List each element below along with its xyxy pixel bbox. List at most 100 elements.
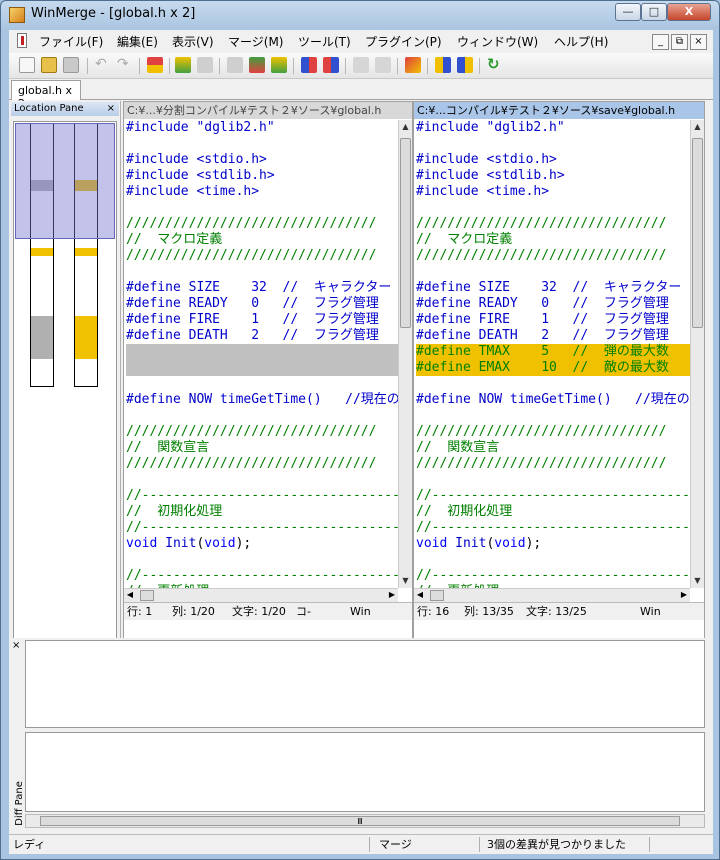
right-code-view[interactable]: #include "dglib2.h" #include <stdio.h> #in… [416,120,690,588]
undo-icon[interactable]: ↶ [95,57,111,73]
refresh-icon[interactable]: ↻ [487,57,503,73]
menu-plugins[interactable]: プラグイン(P) [365,33,442,50]
diff-pane-upper-view[interactable] [25,640,705,728]
last-diff-icon[interactable] [271,57,287,73]
mdi-close-icon[interactable]: × [690,34,707,50]
maximize-icon[interactable]: □ [641,3,667,21]
mdi-minimize-icon[interactable]: _ [652,34,669,50]
close-icon[interactable]: X [667,3,711,21]
code-line: // 関数宣言 [126,440,210,455]
scroll-up-icon[interactable]: ▲ [691,120,704,134]
status-ready: レディ [13,838,46,851]
close-icon[interactable]: × [107,102,115,116]
scroll-thumb[interactable] [692,138,703,328]
code-line: // 関数宣言 [416,440,500,455]
menu-view[interactable]: 表示(V) [172,33,214,50]
menu-file[interactable]: ファイル(F) [39,33,103,50]
code-line: #define FIRE 1 // フラグ管理 [416,312,669,327]
scroll-down-icon[interactable]: ▼ [399,574,412,588]
code-line [126,344,398,360]
current-diff-jump-icon[interactable] [249,57,265,73]
menu-window[interactable]: ウィンドウ(W) [457,33,538,50]
save-icon[interactable] [63,57,79,73]
code-line: #include <stdio.h> [126,152,267,167]
scroll-right-icon[interactable]: ▶ [678,589,690,601]
right-vertical-scrollbar[interactable]: ▲ ▼ [690,120,704,588]
open-folder-icon[interactable] [41,57,57,73]
status-mode: マージ [379,838,412,851]
left-editor-pane: C:¥...¥分割コンパイル¥テスト２¥ソース¥global.h #includ… [123,101,413,653]
diff-pane-lower-view[interactable] [25,732,705,812]
status-diff-count: 3個の差異が見つかりました [487,838,626,851]
all-right-icon[interactable] [405,57,421,73]
open-left-icon[interactable] [435,57,451,73]
toolbar-separator [479,58,480,74]
open-right-icon[interactable] [457,57,473,73]
close-icon[interactable]: × [12,640,20,651]
status-bar: レディ マージ 3個の差異が見つかりました [9,834,713,854]
first-diff-icon[interactable] [227,57,243,73]
scroll-up-icon[interactable]: ▲ [399,120,412,134]
code-line: //-------------------------------------- [416,520,690,535]
visible-area-indicator[interactable] [15,123,115,239]
scroll-thumb[interactable] [140,590,154,601]
location-pane-header: Location Pane × [11,102,119,116]
toolbar-separator [427,58,428,74]
menu-help[interactable]: ヘルプ(H) [554,33,608,50]
code-line: #include "dglib2.h" [416,120,565,135]
left-vertical-scrollbar[interactable]: ▲ ▼ [398,120,412,588]
toolbar-separator [397,58,398,74]
code-line: #define SIZE 32 // キャラクター [126,280,392,295]
scroll-thumb[interactable] [430,590,444,601]
line-indicator: 行: 16 [417,605,450,618]
copy-left-icon[interactable] [323,57,339,73]
diff-horizontal-scrollbar[interactable]: Ⅲ [25,814,705,828]
redo-icon[interactable]: ↷ [117,57,133,73]
client-area: ファイル(F) 編集(E) 表示(V) マージ(M) ツール(T) プラグイン(… [9,30,713,854]
code-line: #define READY 0 // フラグ管理 [416,296,669,311]
left-horizontal-scrollbar[interactable]: ◀ ▶ [124,588,398,602]
prev-diff-icon[interactable] [197,57,213,73]
scroll-left-icon[interactable]: ◀ [414,589,426,601]
copy-right-icon[interactable] [301,57,317,73]
scroll-thumb[interactable] [400,138,411,328]
mdi-restore-icon[interactable]: ⧉ [671,34,688,50]
new-file-icon[interactable] [19,57,35,73]
code-line: //////////////////////////////// [416,248,667,263]
code-line: #include <stdlib.h> [126,168,275,183]
scroll-thumb[interactable]: Ⅲ [40,816,680,826]
scroll-left-icon[interactable]: ◀ [124,589,136,601]
document-icon[interactable] [17,33,27,48]
code-line: //////////////////////////////// [126,248,377,263]
code-line: #define READY 0 // フラグ管理 [126,296,379,311]
scroll-right-icon[interactable]: ▶ [386,589,398,601]
current-diff-icon[interactable] [147,57,163,73]
menu-edit[interactable]: 編集(E) [117,33,158,50]
toolbar-separator [87,58,88,74]
code-line: #define EMAX 10 // 敵の最大数 [416,360,690,376]
code-line: //-------------------------------------- [126,488,398,503]
title-bar[interactable]: WinMerge - [global.h x 2] — □ X [1,1,719,29]
minimize-icon[interactable]: — [615,3,641,21]
right-horizontal-scrollbar[interactable]: ◀ ▶ [414,588,690,602]
menu-merge[interactable]: マージ(M) [228,33,283,50]
location-map[interactable] [13,121,117,648]
copy-right-advance-icon[interactable] [353,57,369,73]
codepage-indicator: コ- [296,605,311,618]
tab-global-h[interactable]: global.h x 2 [11,80,81,110]
next-diff-icon[interactable] [175,57,191,73]
code-line: void Init(void); [126,536,252,551]
code-line: #define DEATH 2 // フラグ管理 [126,328,379,343]
location-pane-title: Location Pane [14,103,84,114]
toolbar-separator [139,58,140,74]
winmerge-app-icon[interactable] [9,7,25,23]
copy-left-advance-icon[interactable] [375,57,391,73]
left-code-view[interactable]: #include "dglib2.h" #include <stdio.h> #in… [126,120,398,588]
scroll-down-icon[interactable]: ▼ [691,574,704,588]
code-line: //-------------------------------------- [416,488,690,503]
toolbar-separator [219,58,220,74]
menu-tools[interactable]: ツール(T) [298,33,351,50]
